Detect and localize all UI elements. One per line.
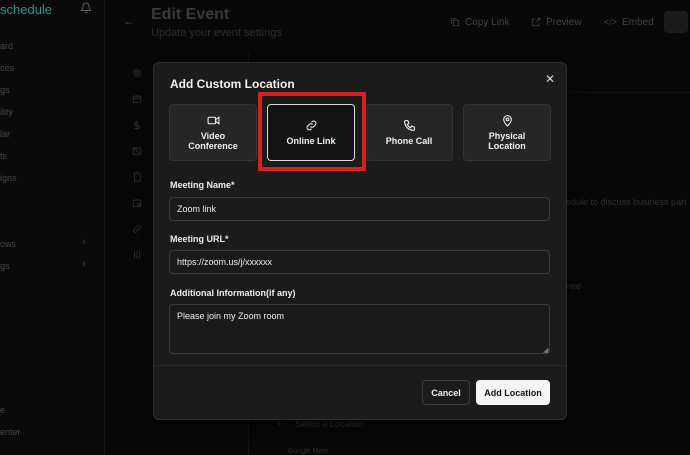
- option-label: Phone Call: [385, 135, 433, 146]
- meeting-name-label: Meeting Name*: [170, 180, 235, 190]
- video-camera-icon: [207, 116, 219, 125]
- add-custom-location-modal: Add Custom Location ✕ Video Conference O…: [153, 62, 567, 420]
- additional-info-label: Additional Information(if any): [170, 288, 296, 298]
- option-label: Video Conference: [188, 131, 238, 151]
- cancel-button[interactable]: Cancel: [422, 380, 470, 405]
- option-video-conference[interactable]: Video Conference: [169, 104, 257, 161]
- meeting-name-input[interactable]: [169, 197, 550, 221]
- option-physical-location[interactable]: Physical Location: [463, 104, 551, 161]
- meeting-url-input[interactable]: [169, 250, 550, 274]
- add-location-button[interactable]: Add Location: [476, 380, 550, 405]
- close-icon[interactable]: ✕: [545, 72, 555, 86]
- option-label: Physical Location: [488, 131, 526, 151]
- option-phone-call[interactable]: Phone Call: [365, 104, 453, 161]
- option-label: Online Link: [286, 135, 336, 146]
- additional-info-textarea[interactable]: Please join my Zoom room: [169, 304, 550, 354]
- resize-handle-icon[interactable]: ◢: [543, 346, 548, 354]
- map-pin-icon: [502, 115, 512, 127]
- option-online-link[interactable]: Online Link: [267, 104, 355, 161]
- phone-icon: [403, 119, 415, 131]
- modal-footer: Cancel Add Location: [154, 365, 566, 420]
- meeting-url-label: Meeting URL*: [170, 234, 229, 244]
- link-icon: [306, 120, 316, 131]
- modal-title: Add Custom Location: [170, 77, 295, 91]
